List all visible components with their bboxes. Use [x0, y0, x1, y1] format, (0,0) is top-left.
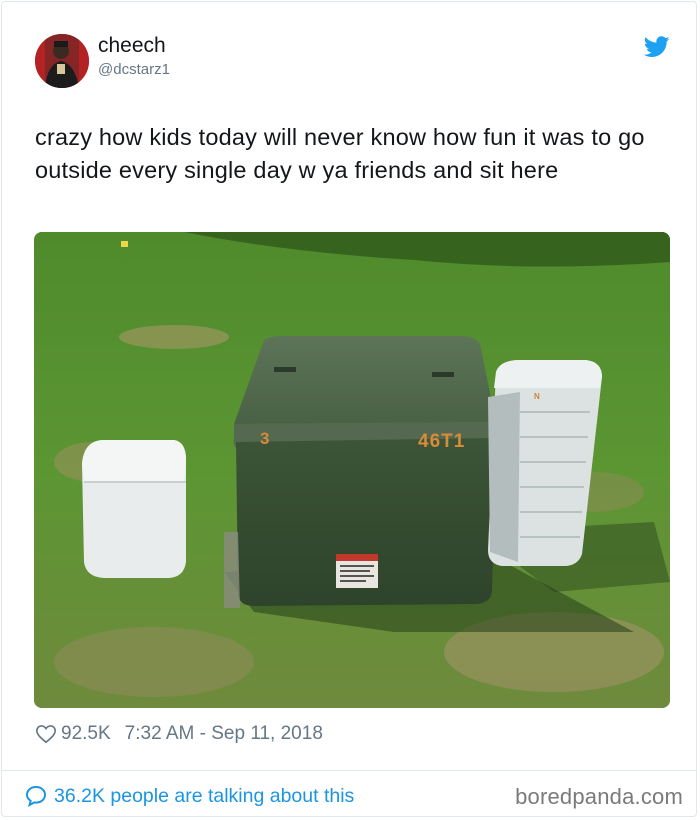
footer-divider — [1, 770, 697, 771]
user-handle[interactable]: @dcstarz1 — [98, 61, 170, 78]
talking-link[interactable]: 36.2K people are talking about this — [24, 782, 354, 810]
box-label-3: 3 — [260, 429, 270, 448]
pedestal-label-n: N — [534, 392, 540, 401]
speech-bubble-icon — [25, 785, 47, 807]
box-label-46t1: 46T1 — [418, 431, 466, 452]
talking-text[interactable]: 36.2K people are talking about this — [54, 785, 354, 808]
tweet-timestamp[interactable]: 7:32 AM - Sep 11, 2018 — [125, 723, 323, 745]
avatar[interactable] — [35, 34, 89, 88]
like-count[interactable]: 92.5K — [61, 723, 111, 745]
brand-watermark: boredpanda.com — [515, 784, 683, 809]
display-name[interactable]: cheech — [98, 34, 166, 58]
tweet-card: cheech @dcstarz1 crazy how kids today wi… — [1, 1, 697, 817]
tweet-meta: 92.5K 7:32 AM - Sep 11, 2018 — [35, 720, 323, 748]
heart-icon[interactable] — [35, 723, 57, 745]
tweet-text: crazy how kids today will never know how… — [35, 124, 645, 183]
twitter-bird-icon[interactable] — [644, 36, 670, 58]
tweet-photo[interactable]: 3 46T1 N — [34, 232, 670, 708]
